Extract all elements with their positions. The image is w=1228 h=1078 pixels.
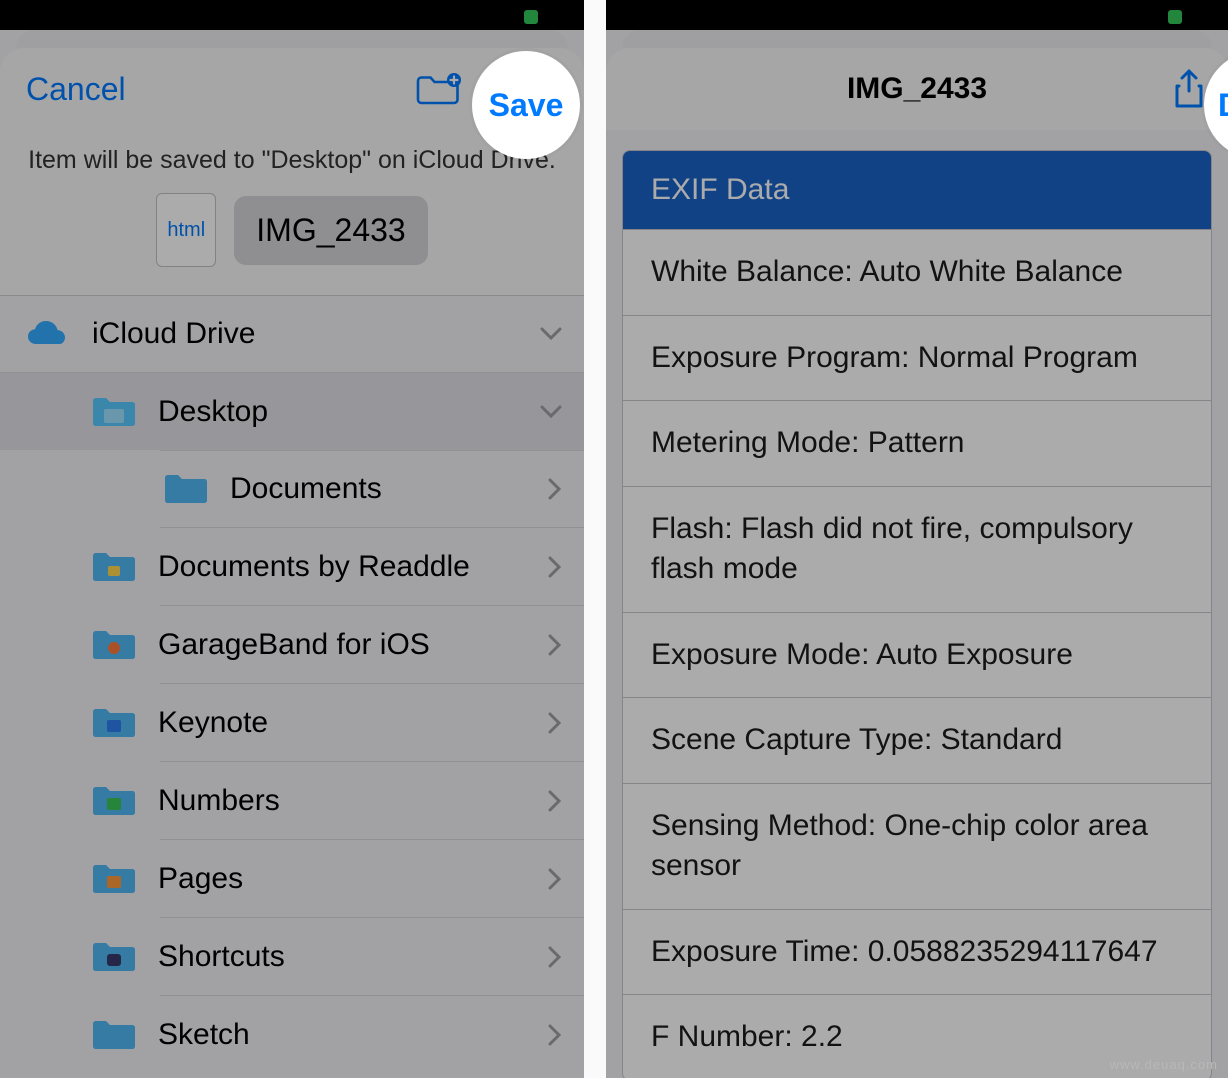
share-icon[interactable] xyxy=(1172,68,1206,110)
folder-icon xyxy=(88,1015,140,1055)
exif-cell: Sensing Method: One-chip color area sens… xyxy=(623,783,1211,909)
folder-row-icloud-drive[interactable]: iCloud Drive xyxy=(0,296,584,373)
folder-label: Numbers xyxy=(158,784,548,818)
exif-cell: Metering Mode: Pattern xyxy=(623,400,1211,486)
chevron-right-icon xyxy=(548,478,562,500)
folder-row[interactable]: Pages xyxy=(0,840,584,917)
exif-cell: Exposure Mode: Auto Exposure xyxy=(623,612,1211,698)
done-button[interactable]: Done xyxy=(1218,87,1228,124)
folder-label: Pages xyxy=(158,862,548,896)
folder-label: GarageBand for iOS xyxy=(158,628,548,662)
folder-row[interactable]: Keynote xyxy=(0,684,584,761)
folder-label: Shortcuts xyxy=(158,940,548,974)
chevron-right-icon xyxy=(548,790,562,812)
background-sheet xyxy=(622,30,1212,48)
chevron-right-icon xyxy=(548,1024,562,1046)
folder-row[interactable]: Documents xyxy=(160,450,584,527)
folder-icon xyxy=(88,547,140,587)
document-thumb: html xyxy=(156,193,216,267)
new-folder-icon[interactable] xyxy=(415,71,461,107)
cloud-icon xyxy=(22,314,74,354)
watermark: www.deuaq.com xyxy=(1110,1057,1218,1072)
chevron-right-icon xyxy=(548,712,562,734)
exif-container: EXIF Data White Balance: Auto White Bala… xyxy=(606,130,1228,1078)
exif-cell: Exposure Time: 0.0588235294117647 xyxy=(623,909,1211,995)
exif-cell: Flash: Flash did not fire, compulsory fl… xyxy=(623,486,1211,612)
exif-cell: White Balance: Auto White Balance xyxy=(623,229,1211,315)
chevron-right-icon xyxy=(548,946,562,968)
folder-row[interactable]: Shortcuts xyxy=(0,918,584,995)
background-sheet xyxy=(16,30,568,48)
document-kind-label: html xyxy=(167,219,205,242)
folder-icon xyxy=(88,625,140,665)
folder-label: Documents xyxy=(230,472,548,506)
status-bar xyxy=(0,0,584,30)
save-sheet-pane: Cancel Save Item will be saved to "Deskt… xyxy=(0,0,584,1078)
recording-indicator-icon xyxy=(1168,10,1182,24)
chevron-right-icon xyxy=(548,556,562,578)
chevron-right-icon xyxy=(548,868,562,890)
folder-icon xyxy=(88,859,140,899)
folder-list: iCloud Drive Desktop Documents xyxy=(0,296,584,1073)
folder-icon xyxy=(88,703,140,743)
save-highlight-circle: Save xyxy=(472,51,580,159)
exif-table: EXIF Data White Balance: Auto White Bala… xyxy=(622,150,1212,1078)
chevron-right-icon xyxy=(548,634,562,656)
folder-row-desktop[interactable]: Desktop xyxy=(0,373,584,450)
folder-row[interactable]: GarageBand for iOS xyxy=(0,606,584,683)
folder-label: Documents by Readdle xyxy=(158,550,548,584)
folder-row[interactable]: Sketch xyxy=(0,996,584,1073)
folder-label: Desktop xyxy=(158,395,540,429)
nav-bar: Done IMG_2433 xyxy=(606,48,1228,130)
folder-icon xyxy=(160,469,212,509)
folder-icon xyxy=(88,392,140,432)
chevron-down-icon xyxy=(540,405,562,419)
folder-icon xyxy=(88,781,140,821)
pane-gap xyxy=(584,0,606,1078)
folder-label: Sketch xyxy=(158,1018,548,1052)
folder-icon xyxy=(88,937,140,977)
exif-pane: Done IMG_2433 EXIF Data White Balance: A… xyxy=(606,0,1228,1078)
folder-row[interactable]: Numbers xyxy=(0,762,584,839)
filename-row: html IMG_2433 xyxy=(0,193,584,296)
cancel-button[interactable]: Cancel xyxy=(22,65,130,114)
filename-field[interactable]: IMG_2433 xyxy=(234,196,427,265)
exif-header: EXIF Data xyxy=(623,151,1211,229)
recording-indicator-icon xyxy=(524,10,538,24)
save-button[interactable]: Save xyxy=(489,87,564,124)
folder-row[interactable]: Documents by Readdle xyxy=(0,528,584,605)
folder-label: Keynote xyxy=(158,706,548,740)
status-bar xyxy=(606,0,1228,30)
exif-cell: Scene Capture Type: Standard xyxy=(623,697,1211,783)
exif-cell: Exposure Program: Normal Program xyxy=(623,315,1211,401)
chevron-down-icon xyxy=(540,327,562,341)
folder-label: iCloud Drive xyxy=(92,317,540,351)
